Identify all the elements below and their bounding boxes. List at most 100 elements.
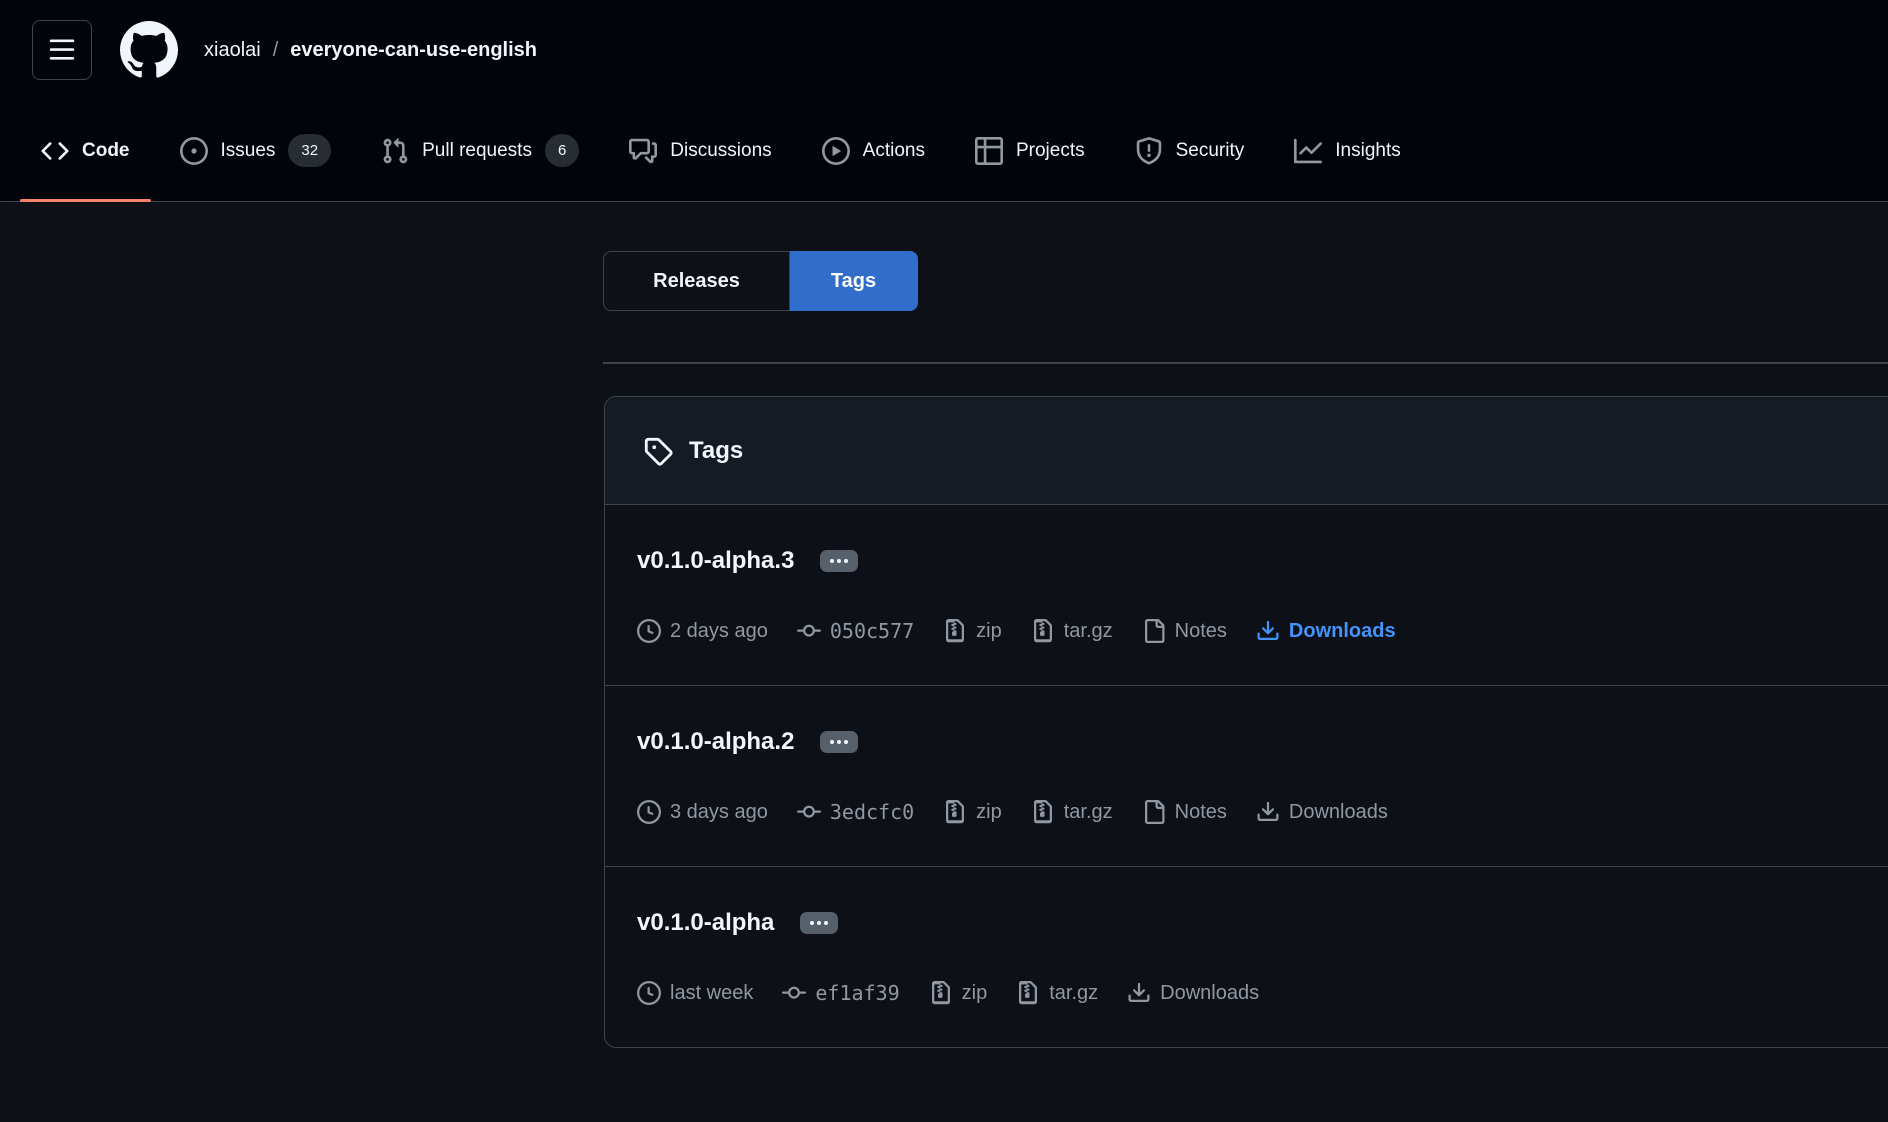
tags-panel-header: Tags [605, 397, 1888, 505]
ellipsis-expander-button[interactable] [820, 550, 858, 572]
tag-date-label: last week [670, 979, 753, 1007]
tab-insights[interactable]: Insights [1269, 100, 1425, 201]
tab-discussions-label: Discussions [670, 140, 771, 162]
file-zip-icon [1031, 800, 1055, 824]
file-zip-icon [929, 981, 953, 1005]
zip-label: zip [962, 979, 988, 1007]
tab-insights-label: Insights [1335, 140, 1400, 162]
tab-actions-label: Actions [863, 140, 925, 162]
file-zip-icon [1031, 619, 1055, 643]
targz-label: tar.gz [1049, 979, 1098, 1007]
ellipsis-expander-button[interactable] [820, 731, 858, 753]
tab-security[interactable]: Security [1110, 100, 1270, 201]
tab-security-label: Security [1176, 140, 1245, 162]
targz-label: tar.gz [1064, 798, 1113, 826]
main-content: Releases Tags Tags v0.1.0-alpha.3 2 days… [0, 251, 1888, 1048]
pull-requests-counter-badge: 6 [545, 134, 579, 167]
tag-row: v0.1.0-alpha.3 2 days ago 050c577 zip [605, 505, 1888, 685]
commit-hash-label: 3edcfc0 [830, 798, 914, 826]
git-commit-icon [797, 800, 821, 824]
downloads-link[interactable]: Downloads [1256, 617, 1396, 645]
notes-link[interactable]: Notes [1142, 617, 1227, 645]
breadcrumb: xiaolai / everyone-can-use-english [204, 39, 537, 62]
tab-pull-requests-label: Pull requests [422, 140, 532, 162]
ellipsis-expander-button[interactable] [800, 912, 838, 934]
download-icon [1256, 800, 1280, 824]
graph-icon [1294, 137, 1322, 165]
releases-tags-toggle: Releases Tags [603, 251, 918, 311]
targz-download-link[interactable]: tar.gz [1016, 979, 1098, 1007]
git-pull-request-icon [381, 137, 409, 165]
tab-issues-label: Issues [221, 140, 276, 162]
tag-row: v0.1.0-alpha.2 3 days ago 3edcfc0 zip [605, 685, 1888, 866]
tag-commit-link[interactable]: 3edcfc0 [797, 798, 914, 826]
download-icon [1127, 981, 1151, 1005]
comment-discussion-icon [629, 137, 657, 165]
downloads-link[interactable]: Downloads [1127, 979, 1259, 1007]
tab-pull-requests[interactable]: Pull requests 6 [356, 100, 604, 201]
tab-code[interactable]: Code [16, 100, 155, 201]
tag-commit-link[interactable]: 050c577 [797, 617, 914, 645]
clock-icon [637, 619, 661, 643]
tab-actions[interactable]: Actions [797, 100, 950, 201]
tag-date: 3 days ago [637, 798, 768, 826]
tab-issues[interactable]: Issues 32 [155, 100, 357, 201]
tag-date: last week [637, 979, 753, 1007]
targz-label: tar.gz [1064, 617, 1113, 645]
notes-label: Notes [1175, 617, 1227, 645]
tag-name-link[interactable]: v0.1.0-alpha.3 [637, 547, 794, 575]
shield-icon [1135, 137, 1163, 165]
code-icon [41, 137, 69, 165]
zip-download-link[interactable]: zip [943, 617, 1002, 645]
issue-opened-icon [180, 137, 208, 165]
targz-download-link[interactable]: tar.gz [1031, 617, 1113, 645]
tag-date: 2 days ago [637, 617, 768, 645]
tag-name-link[interactable]: v0.1.0-alpha [637, 909, 774, 937]
tags-panel: Tags v0.1.0-alpha.3 2 days ago 050c577 [604, 396, 1888, 1048]
file-icon [1142, 619, 1166, 643]
breadcrumb-owner-link[interactable]: xiaolai [204, 39, 261, 62]
zip-download-link[interactable]: zip [929, 979, 988, 1007]
downloads-link[interactable]: Downloads [1256, 798, 1388, 826]
tab-discussions[interactable]: Discussions [604, 100, 796, 201]
tags-panel-title: Tags [689, 437, 743, 465]
targz-download-link[interactable]: tar.gz [1031, 798, 1113, 826]
breadcrumb-repo-link[interactable]: everyone-can-use-english [290, 39, 537, 62]
zip-label: zip [976, 798, 1002, 826]
table-icon [975, 137, 1003, 165]
three-bars-icon [48, 36, 76, 64]
file-icon [1142, 800, 1166, 824]
file-zip-icon [943, 619, 967, 643]
header-top: xiaolai / everyone-can-use-english [0, 0, 1888, 100]
tab-code-label: Code [82, 140, 130, 162]
download-icon [1256, 619, 1280, 643]
zip-download-link[interactable]: zip [943, 798, 1002, 826]
downloads-label: Downloads [1289, 617, 1396, 645]
tag-date-label: 3 days ago [670, 798, 768, 826]
downloads-label: Downloads [1289, 798, 1388, 826]
tag-commit-link[interactable]: ef1af39 [782, 979, 899, 1007]
app-header: xiaolai / everyone-can-use-english Code … [0, 0, 1888, 202]
tag-name-link[interactable]: v0.1.0-alpha.2 [637, 728, 794, 756]
file-zip-icon [943, 800, 967, 824]
commit-hash-label: 050c577 [830, 617, 914, 645]
github-logo-icon[interactable] [120, 21, 178, 79]
notes-link[interactable]: Notes [1142, 798, 1227, 826]
commit-hash-label: ef1af39 [815, 979, 899, 1007]
repo-tab-nav: Code Issues 32 Pull requests 6 Discussio… [0, 100, 1888, 201]
section-divider [603, 362, 1888, 364]
clock-icon [637, 981, 661, 1005]
tag-date-label: 2 days ago [670, 617, 768, 645]
git-commit-icon [797, 619, 821, 643]
tab-projects[interactable]: Projects [950, 100, 1110, 201]
file-zip-icon [1016, 981, 1040, 1005]
hamburger-menu-button[interactable] [32, 20, 92, 80]
breadcrumb-separator: / [273, 39, 279, 62]
tab-projects-label: Projects [1016, 140, 1085, 162]
tags-toggle-button[interactable]: Tags [790, 251, 918, 311]
downloads-label: Downloads [1160, 979, 1259, 1007]
releases-toggle-button[interactable]: Releases [603, 251, 790, 311]
notes-label: Notes [1175, 798, 1227, 826]
git-commit-icon [782, 981, 806, 1005]
play-icon [822, 137, 850, 165]
